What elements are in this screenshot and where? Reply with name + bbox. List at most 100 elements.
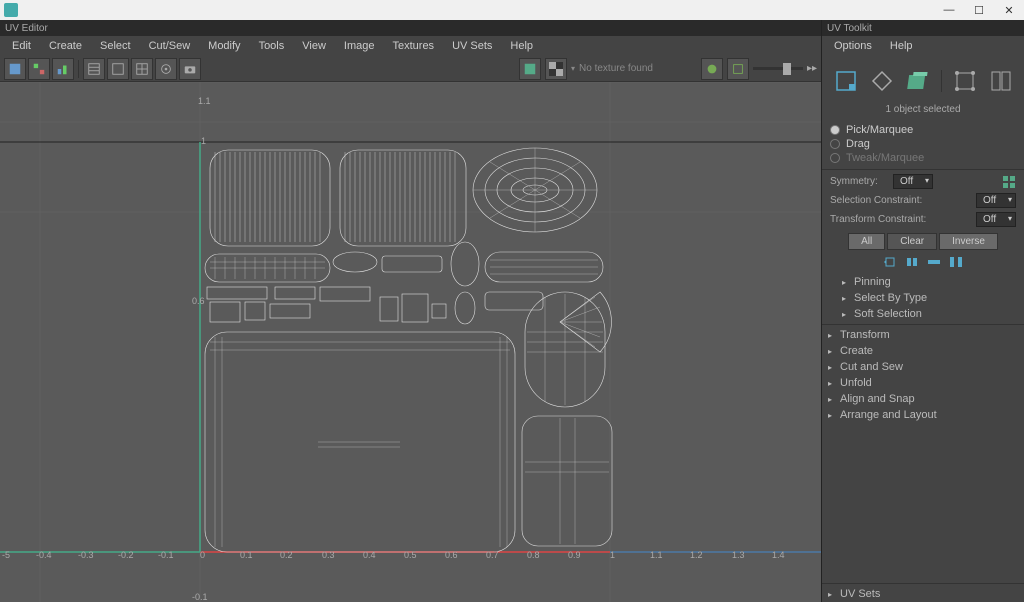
trans-constraint-label: Transform Constraint: <box>830 214 970 225</box>
toolkit-body: 1 object selected Pick/Marquee Drag Twea… <box>822 56 1024 581</box>
section-unfold[interactable]: ▸Unfold <box>822 375 1024 391</box>
arrow-right-fill-icon: ▸ <box>842 310 850 319</box>
section-align-label: Align and Snap <box>840 393 915 405</box>
vertex-mode-icon[interactable] <box>869 68 895 94</box>
axis-x-1p3: 1.3 <box>732 550 745 560</box>
arrow-right-icon: ▸ <box>828 331 836 340</box>
menu-uvsets[interactable]: UV Sets <box>444 38 500 54</box>
arrow-right-icon: ▸ <box>828 411 836 420</box>
minimize-button[interactable]: — <box>934 0 964 20</box>
uv-toolkit-panel: UV Toolkit Options Help 1 object selecte… <box>822 20 1024 602</box>
menu-help[interactable]: Help <box>502 38 541 54</box>
menu-edit[interactable]: Edit <box>4 38 39 54</box>
section-cutsew-label: Cut and Sew <box>840 361 903 373</box>
toolkit-menu-options[interactable]: Options <box>826 38 880 54</box>
toolbar-right: ▾ No texture found ▸▸ <box>519 58 817 80</box>
section-uv-sets[interactable]: ▸UV Sets <box>822 586 1024 602</box>
menu-image[interactable]: Image <box>336 38 383 54</box>
transform-constraint-row: Transform Constraint: Off <box>822 210 1024 229</box>
axis-x-1: 1 <box>610 550 615 560</box>
menu-textures[interactable]: Textures <box>384 38 442 54</box>
symmetry-grid-icon[interactable] <box>1002 175 1016 189</box>
uv-viewport[interactable]: 1.1 1 0.6 -0.1 -5 -0.4 -0.3 -0.2 -0.1 0 … <box>0 82 821 602</box>
tool-grid-icon[interactable] <box>131 58 153 80</box>
radio-label-tweak: Tweak/Marquee <box>846 152 924 164</box>
tool-checker-icon[interactable] <box>545 58 567 80</box>
selection-constraint-row: Selection Constraint: Off <box>822 191 1024 210</box>
uv-shell-mode-icon[interactable] <box>833 68 859 94</box>
section-create[interactable]: ▸Create <box>822 343 1024 359</box>
section-soft-selection[interactable]: ▸ Soft Selection <box>822 306 1024 322</box>
section-pinning[interactable]: ▸Pinning <box>822 274 1024 290</box>
axis-y-m0p1: -0.1 <box>192 592 208 602</box>
axis-y-1p1: 1.1 <box>198 96 211 106</box>
grow-along-ring-icon[interactable] <box>949 256 963 268</box>
grow-sel-icon[interactable] <box>905 256 919 268</box>
symmetry-row: Symmetry: Off <box>822 172 1024 191</box>
close-button[interactable]: ✕ <box>994 0 1024 20</box>
axis-x-0p9: 0.9 <box>568 550 581 560</box>
radio-tweak-marquee[interactable]: Tweak/Marquee <box>830 151 1016 165</box>
radio-pick-marquee[interactable]: Pick/Marquee <box>830 123 1016 137</box>
radio-drag[interactable]: Drag <box>830 137 1016 151</box>
symmetry-label: Symmetry: <box>830 176 887 187</box>
shrink-sel-icon[interactable] <box>883 256 897 268</box>
lattice-tool-icon[interactable] <box>952 68 978 94</box>
section-ss-label: Soft Selection <box>854 308 922 320</box>
maximize-button[interactable]: ☐ <box>964 0 994 20</box>
tool-snapshot-icon[interactable] <box>28 58 50 80</box>
section-align-snap[interactable]: ▸Align and Snap <box>822 391 1024 407</box>
section-select-by-type[interactable]: ▸Select By Type <box>822 290 1024 306</box>
axis-x-m5: -5 <box>2 550 10 560</box>
face-mode-icon[interactable] <box>905 68 931 94</box>
axis-y-1: 1 <box>201 136 206 146</box>
axis-x-1p2: 1.2 <box>690 550 703 560</box>
dropdown-arrow-icon[interactable]: ▾ <box>571 64 575 73</box>
trans-constraint-dropdown[interactable]: Off <box>976 212 1016 227</box>
dim-slider[interactable] <box>753 67 803 70</box>
tool-texture-icon[interactable] <box>519 58 541 80</box>
grow-along-loop-icon[interactable] <box>927 256 941 268</box>
menu-view[interactable]: View <box>294 38 334 54</box>
uv-toolkit-menubar: Options Help <box>822 36 1024 56</box>
symmetrize-tool-icon[interactable] <box>988 68 1014 94</box>
clear-button[interactable]: Clear <box>887 233 937 250</box>
tool-uvdist-icon[interactable] <box>52 58 74 80</box>
sel-constraint-label: Selection Constraint: <box>830 195 970 206</box>
section-cut-sew[interactable]: ▸ Cut and Sew <box>822 359 1024 375</box>
arrow-right-icon: ▸ <box>828 590 836 599</box>
inverse-button[interactable]: Inverse <box>939 233 998 250</box>
section-transform[interactable]: ▸Transform <box>822 327 1024 343</box>
arrow-right-icon: ▸ <box>828 379 836 388</box>
tool-dim-icon[interactable] <box>155 58 177 80</box>
arrow-right-fill-icon: ▸ <box>842 278 850 287</box>
menu-modify[interactable]: Modify <box>200 38 248 54</box>
axis-x-0p6: 0.6 <box>445 550 458 560</box>
toolkit-menu-help[interactable]: Help <box>882 38 921 54</box>
menu-cutsew[interactable]: Cut/Sew <box>141 38 199 54</box>
uv-editor-title: UV Editor <box>0 20 821 36</box>
menu-select[interactable]: Select <box>92 38 139 54</box>
tool-wire-icon[interactable] <box>727 58 749 80</box>
radio-dot-icon <box>830 153 840 163</box>
tool-border-icon[interactable] <box>107 58 129 80</box>
tool-shell-icon[interactable] <box>83 58 105 80</box>
axis-y-0p6: 0.6 <box>192 296 205 306</box>
arrow-right-icon: ▸ <box>828 363 836 372</box>
selection-mode-radios: Pick/Marquee Drag Tweak/Marquee <box>822 121 1024 167</box>
section-arrange-label: Arrange and Layout <box>840 409 937 421</box>
section-arrange-layout[interactable]: ▸ Arrange and Layout <box>822 407 1024 423</box>
tool-save-icon[interactable] <box>4 58 26 80</box>
channel-toggle-icon[interactable]: ▸▸ <box>807 63 817 74</box>
window-controls: — ☐ ✕ <box>934 0 1024 20</box>
menu-create[interactable]: Create <box>41 38 90 54</box>
tool-shade-icon[interactable] <box>701 58 723 80</box>
all-button[interactable]: All <box>848 233 885 250</box>
symmetry-dropdown[interactable]: Off <box>893 174 933 189</box>
axis-x-m0p3: -0.3 <box>78 550 94 560</box>
radio-label-pick: Pick/Marquee <box>846 124 913 136</box>
sel-constraint-dropdown[interactable]: Off <box>976 193 1016 208</box>
menu-tools[interactable]: Tools <box>251 38 293 54</box>
tool-camera-icon[interactable] <box>179 58 201 80</box>
axis-x-0p3: 0.3 <box>322 550 335 560</box>
